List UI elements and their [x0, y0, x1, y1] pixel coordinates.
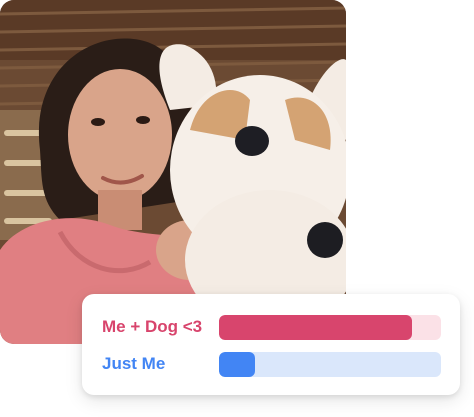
plush-nose: [235, 126, 269, 156]
left-eye: [91, 118, 105, 126]
poll-result-fill: [219, 351, 255, 377]
poll-result-track: [219, 351, 441, 377]
poll-result-track: [219, 314, 441, 340]
poll-result-fill: [219, 314, 413, 340]
plush-dark-spot: [307, 222, 343, 258]
photo-person-with-plush-dog: [0, 0, 346, 344]
poll-option-just-me[interactable]: Just Me: [102, 351, 442, 377]
poll-option-me-and-dog[interactable]: Me + Dog <3: [102, 314, 442, 340]
right-eye: [136, 116, 150, 124]
photo-illustration: [0, 0, 346, 344]
poll-option-label: Me + Dog <3: [102, 317, 203, 336]
poll-card: Me + Dog <3 Just Me: [82, 294, 460, 395]
stage: Me + Dog <3 Just Me: [0, 0, 474, 417]
poll-option-label: Just Me: [102, 354, 166, 373]
